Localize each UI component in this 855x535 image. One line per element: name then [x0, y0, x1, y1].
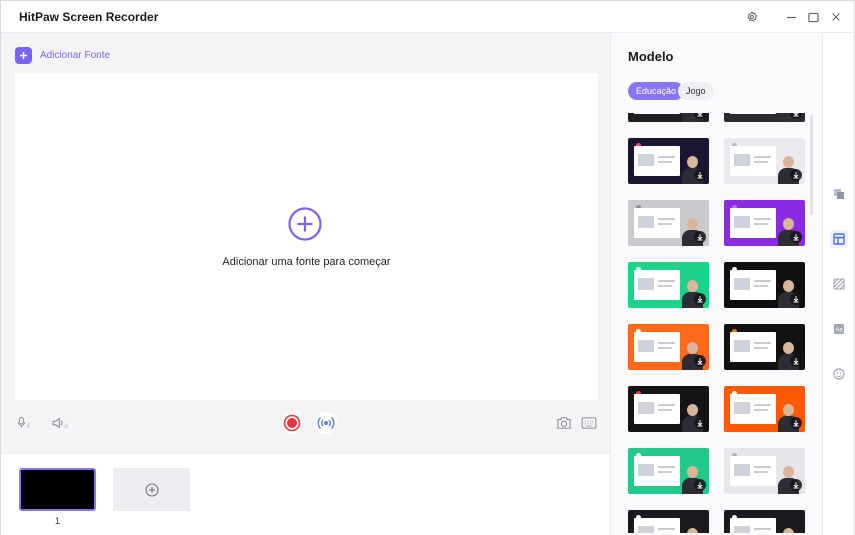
add-scene-button[interactable] — [113, 468, 190, 511]
text-icon[interactable]: Aa — [830, 320, 848, 338]
template-thumbnail[interactable] — [628, 510, 709, 533]
download-icon[interactable] — [790, 417, 802, 429]
template-slide-preview — [730, 208, 776, 238]
template-thumbnail[interactable] — [724, 138, 805, 184]
template-thumbnail[interactable] — [628, 138, 709, 184]
template-grid — [628, 113, 808, 533]
template-thumbnail[interactable] — [724, 448, 805, 494]
template-slide-preview — [730, 518, 776, 533]
gear-icon[interactable] — [744, 9, 760, 25]
template-slide-preview — [634, 332, 680, 362]
template-thumbnail[interactable] — [724, 262, 805, 308]
template-slide-preview — [730, 456, 776, 486]
template-slide-preview — [730, 394, 776, 424]
download-icon[interactable] — [790, 169, 802, 181]
record-icon[interactable] — [280, 411, 304, 435]
app-window: HitPaw Screen Recorder Adicionar Fonte A… — [0, 0, 855, 535]
template-slide-preview — [730, 332, 776, 362]
sticker-icon[interactable] — [830, 365, 848, 383]
preview-canvas: Adicionar uma fonte para começar — [15, 73, 598, 400]
template-slide-preview — [730, 270, 776, 300]
plus-circle-icon — [145, 483, 158, 496]
camera-icon[interactable] — [555, 414, 573, 432]
title-bar: HitPaw Screen Recorder — [1, 1, 854, 33]
presenter-image — [681, 526, 703, 533]
svg-text:Aa: Aa — [835, 328, 843, 334]
app-title: HitPaw Screen Recorder — [19, 10, 159, 24]
keyboard-icon[interactable] — [580, 414, 598, 432]
template-thumbnail[interactable] — [724, 324, 805, 370]
scrollbar[interactable] — [810, 115, 813, 215]
pattern-icon[interactable] — [830, 275, 848, 293]
template-thumbnail[interactable] — [628, 113, 709, 122]
template-slide-preview — [634, 394, 680, 424]
right-rail: Aa — [822, 33, 854, 535]
template-thumbnail[interactable] — [628, 448, 709, 494]
template-slide-preview — [730, 146, 776, 176]
main-area: Adicionar Fonte Adicionar uma fonte para… — [1, 33, 610, 535]
live-stream-icon[interactable] — [314, 411, 338, 435]
template-thumbnail[interactable] — [724, 510, 805, 533]
template-slide-preview — [634, 113, 680, 114]
template-thumbnail[interactable] — [628, 262, 709, 308]
download-icon[interactable] — [694, 355, 706, 367]
layers-icon[interactable] — [830, 185, 848, 203]
tab-educacao[interactable]: Educação — [628, 82, 685, 100]
download-icon[interactable] — [694, 293, 706, 305]
template-layout-icon[interactable] — [830, 230, 848, 248]
template-thumbnail[interactable] — [628, 324, 709, 370]
template-thumbnail[interactable] — [628, 386, 709, 432]
panel-title: Modelo — [628, 49, 674, 64]
plus-icon — [15, 47, 32, 64]
add-source-label: Adicionar Fonte — [40, 50, 111, 61]
template-slide-preview — [634, 146, 680, 176]
template-thumbnail[interactable] — [628, 200, 709, 246]
empty-message: Adicionar uma fonte para começar — [222, 256, 391, 268]
maximize-icon[interactable] — [805, 9, 821, 25]
presenter-image — [777, 526, 799, 533]
download-icon[interactable] — [790, 479, 802, 491]
template-slide-preview — [730, 113, 776, 114]
download-icon[interactable] — [694, 479, 706, 491]
speaker-icon[interactable] — [50, 415, 72, 431]
download-icon[interactable] — [790, 355, 802, 367]
minimize-icon[interactable] — [783, 9, 799, 25]
template-slide-preview — [634, 518, 680, 533]
scene-strip: 1 — [1, 453, 610, 535]
download-icon[interactable] — [694, 169, 706, 181]
template-thumbnail[interactable] — [724, 386, 805, 432]
download-icon[interactable] — [790, 293, 802, 305]
template-thumbnail[interactable] — [724, 200, 805, 246]
template-thumbnail[interactable] — [724, 113, 805, 122]
download-icon[interactable] — [790, 231, 802, 243]
download-icon[interactable] — [694, 231, 706, 243]
microphone-icon[interactable] — [15, 415, 35, 431]
template-slide-preview — [634, 270, 680, 300]
control-bar — [15, 408, 598, 438]
scene-number: 1 — [54, 516, 60, 526]
download-icon[interactable] — [694, 417, 706, 429]
scene-thumbnail[interactable] — [19, 468, 96, 511]
tab-jogo[interactable]: Jogo — [678, 82, 714, 100]
template-slide-preview — [634, 456, 680, 486]
close-icon[interactable] — [828, 9, 844, 25]
template-slide-preview — [634, 208, 680, 238]
add-source-button[interactable]: Adicionar Fonte — [15, 47, 110, 64]
template-panel: Modelo Educação Jogo — [610, 33, 822, 535]
add-source-circle-button[interactable] — [288, 207, 322, 241]
